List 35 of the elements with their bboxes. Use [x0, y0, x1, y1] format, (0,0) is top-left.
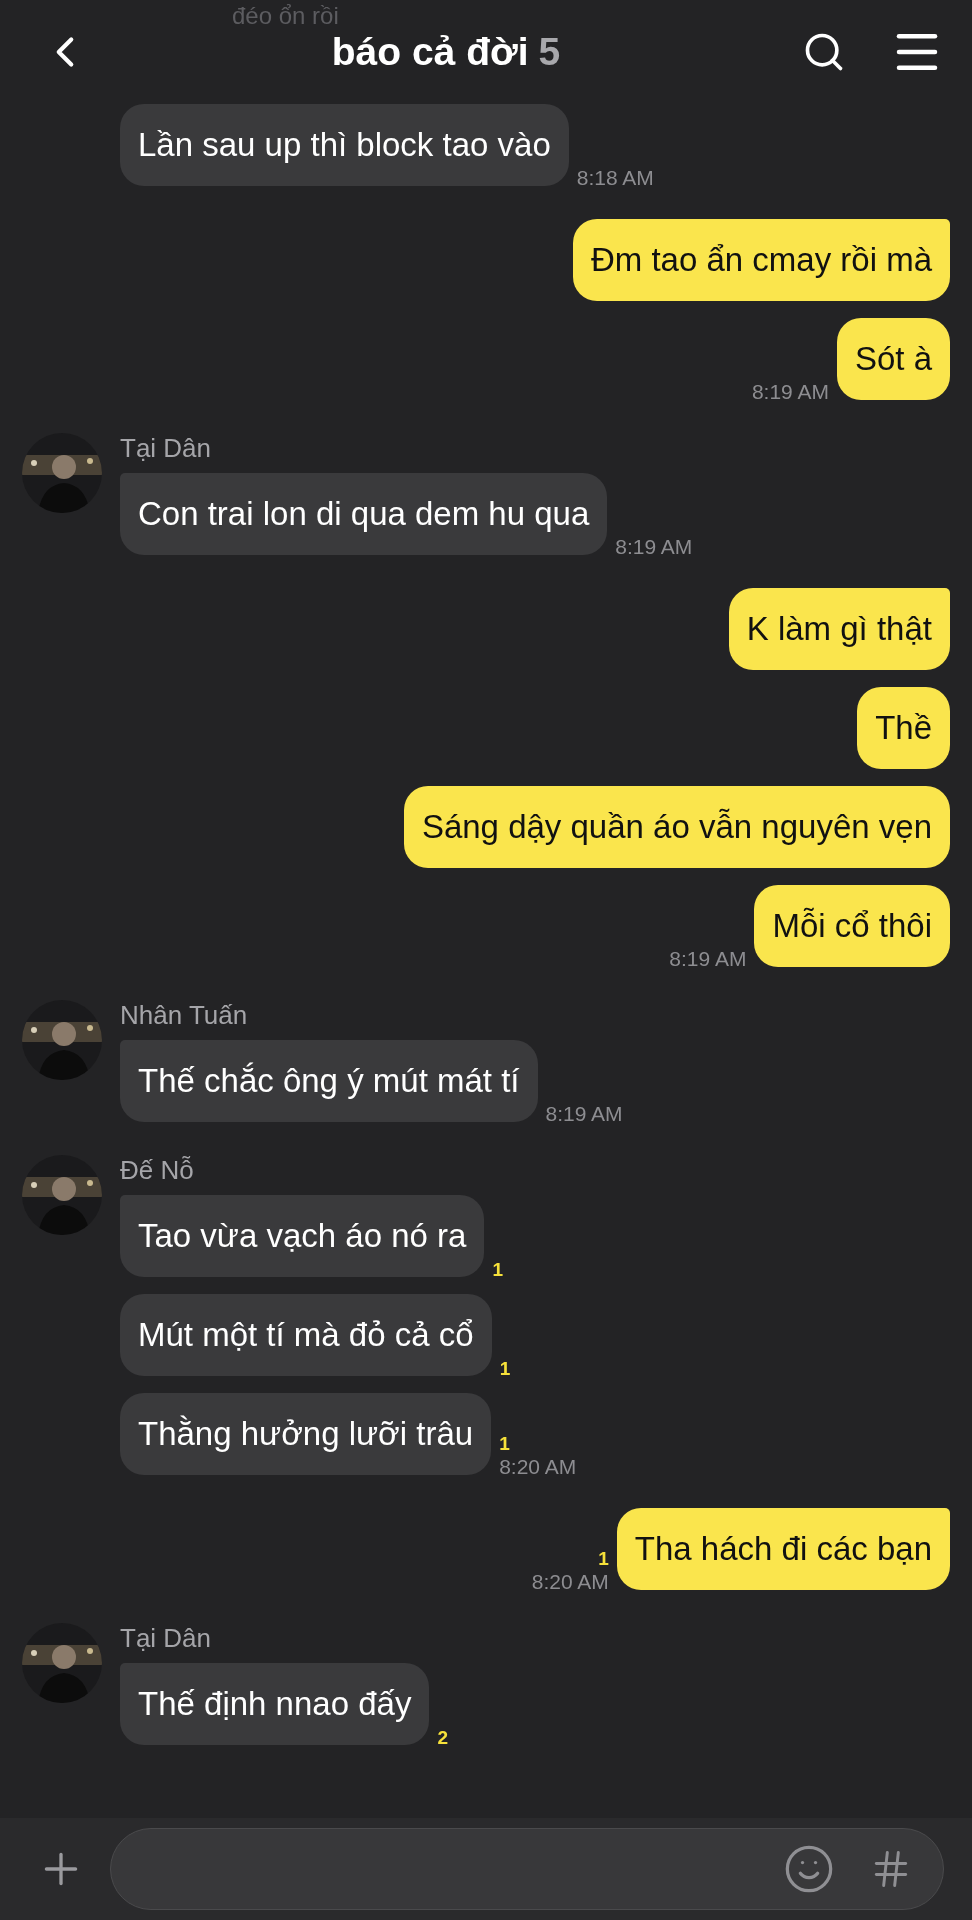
message-bubble: K làm gì thật [728, 588, 950, 670]
unread-count: 1 [499, 1433, 510, 1455]
message-time: 8:19 AM [615, 535, 693, 559]
message-time: 8:19 AM [545, 1102, 623, 1126]
message-bubble: Thề [857, 687, 950, 769]
message-bubble: Mút một tí mà đỏ cả cổ [120, 1294, 492, 1376]
sender-name: Đế Nỗ [120, 1155, 194, 1186]
smiley-icon [783, 1843, 835, 1895]
unread-count: 1 [598, 1548, 609, 1570]
message-bubble: Con trai lon di qua dem hu qua [120, 473, 608, 555]
message-time: 8:20 AM [531, 1570, 609, 1594]
message-bubble: Lần sau up thì block tao vào [120, 104, 569, 186]
message-bubble: Thế chắc ông ý mút mát tí [120, 1040, 538, 1122]
message-bubble: Sáng dậy quần áo vẫn nguyên vẹn [403, 786, 950, 868]
message-bubble: Tao vừa vạch áo nó ra [120, 1195, 485, 1277]
emoji-button[interactable] [783, 1843, 835, 1895]
message-bubble: Mỗi cổ thôi [754, 885, 950, 967]
unread-count: 1 [499, 1358, 511, 1380]
message-time: 8:19 AM [751, 380, 829, 404]
chat-title: báo cả đời [331, 30, 529, 74]
member-count: 5 [538, 30, 561, 74]
message-time: 8:19 AM [669, 947, 747, 971]
sender-name: Tại Dân [120, 1623, 212, 1654]
message-bubble: Sót à [836, 318, 950, 400]
unread-count: 1 [492, 1259, 504, 1281]
message-bubble: Thằng hưởng lưỡi trâu [120, 1393, 492, 1475]
message-time: 8:20 AM [499, 1455, 577, 1479]
message-bubble: Thế định nnao đấy [120, 1663, 430, 1745]
sender-name: Nhân Tuấn [120, 1000, 248, 1031]
sender-name: Tại Dân [120, 433, 212, 464]
message-bubble: Đm tao ẩn cmay rồi mà [572, 219, 950, 301]
message-bubble: Tha hách đi các bạn [616, 1508, 950, 1590]
faded-message-text: đéo ổn rồi [232, 2, 339, 30]
message-time: 8:18 AM [576, 166, 654, 190]
unread-count: 2 [437, 1727, 448, 1749]
